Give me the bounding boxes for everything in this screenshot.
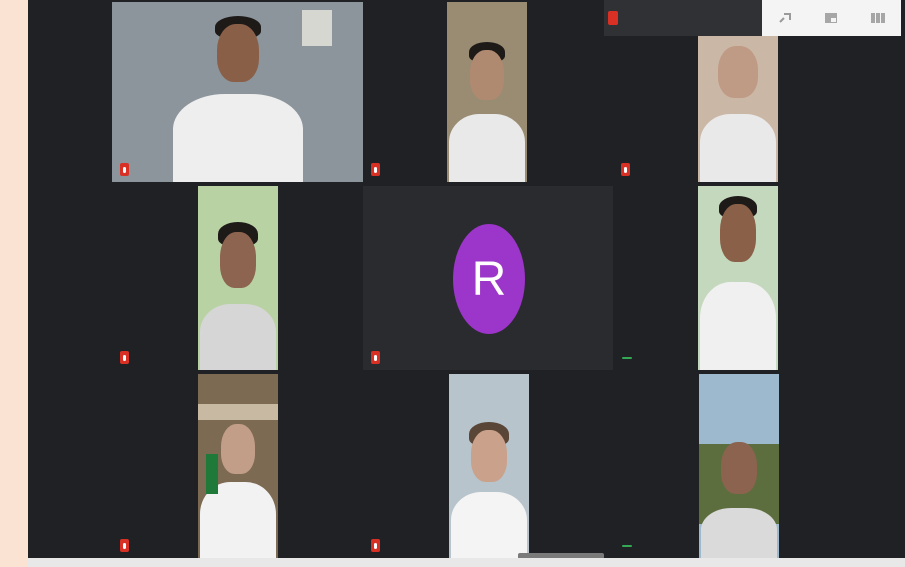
participant-tile[interactable]	[363, 2, 613, 182]
notification-banner[interactable]	[604, 0, 788, 36]
mic-off-icon	[120, 163, 129, 176]
participant-tile[interactable]	[613, 374, 863, 558]
mic-off-icon	[608, 11, 618, 25]
participant-tile[interactable]	[112, 186, 363, 370]
participant-video	[449, 374, 529, 558]
participant-video	[698, 186, 778, 370]
mic-on-icon	[621, 539, 633, 552]
meeting-grid: R	[28, 0, 905, 558]
participant-tile[interactable]	[613, 186, 863, 370]
participant-tile[interactable]	[112, 2, 363, 182]
mic-off-icon	[371, 163, 380, 176]
participant-video	[698, 36, 778, 182]
participant-video	[198, 374, 278, 558]
participant-name-tag	[371, 163, 386, 176]
mic-on-icon	[621, 351, 633, 364]
mic-off-icon	[621, 163, 630, 176]
participant-name-tag	[371, 351, 386, 364]
participant-video	[447, 2, 527, 182]
participant-name-tag	[120, 351, 135, 364]
picture-in-picture-icon[interactable]	[820, 11, 842, 25]
participant-video	[699, 374, 779, 558]
mic-off-icon	[371, 539, 380, 552]
participant-avatar: R	[453, 224, 525, 334]
pin-icon[interactable]	[774, 11, 796, 25]
participant-tile[interactable]	[112, 374, 363, 558]
participant-video	[198, 186, 278, 370]
mic-off-icon	[120, 351, 129, 364]
participant-name-tag	[621, 351, 639, 364]
bottom-strip	[28, 558, 905, 567]
participant-name-tag	[120, 539, 135, 552]
mic-off-icon	[371, 351, 380, 364]
participant-tile[interactable]: R	[363, 186, 613, 370]
participant-name-tag	[621, 539, 639, 552]
layout-icon[interactable]	[867, 11, 889, 25]
participant-tile[interactable]	[363, 374, 613, 558]
participant-video	[112, 2, 363, 182]
mic-off-icon	[120, 539, 129, 552]
participant-name-tag	[371, 539, 386, 552]
view-controls	[762, 0, 901, 36]
participant-name-tag	[621, 163, 636, 176]
participant-name-tag	[120, 163, 135, 176]
